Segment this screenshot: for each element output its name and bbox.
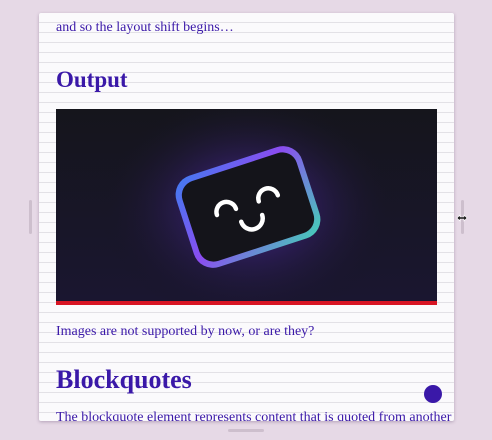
smiling-face-logo: [56, 109, 437, 301]
output-image: [56, 109, 437, 301]
document-preview[interactable]: and so the layout shift begins… Output I…: [39, 13, 454, 421]
bottom-resize-handle[interactable]: [228, 429, 264, 432]
image-bottom-bar: [56, 301, 437, 305]
horizontal-resize-icon: [456, 214, 468, 222]
preview-stage: and so the layout shift begins… Output I…: [0, 0, 492, 440]
left-resize-handle[interactable]: [29, 200, 32, 234]
blockquotes-heading: Blockquotes: [56, 365, 192, 394]
output-heading: Output: [56, 67, 128, 92]
blockquote-description: The blockquote element represents conten…: [56, 410, 452, 421]
image-support-text: Images are not supported by now, or are …: [56, 324, 315, 339]
intro-text: and so the layout shift begins…: [56, 20, 234, 35]
circle-button[interactable]: [424, 385, 442, 403]
